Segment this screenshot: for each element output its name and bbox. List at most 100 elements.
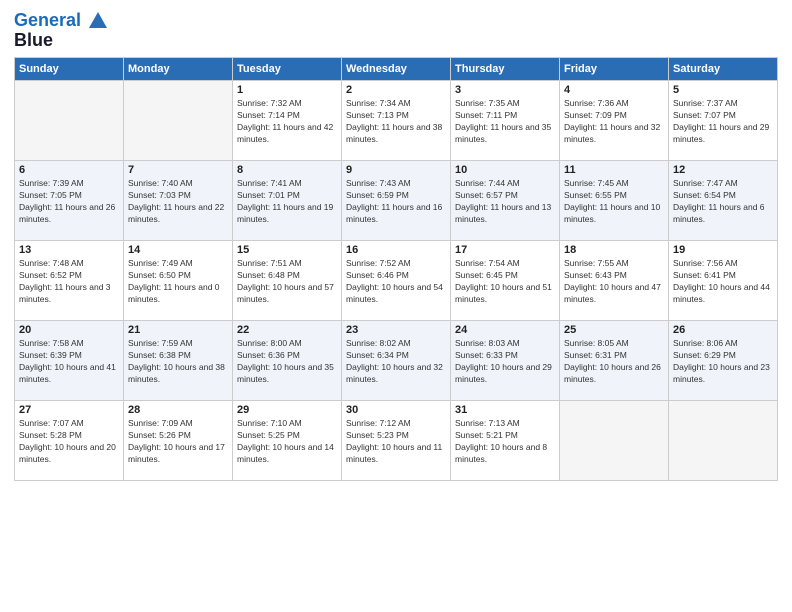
calendar-cell: 17 Sunrise: 7:54 AMSunset: 6:45 PMDayligh…: [451, 241, 560, 321]
calendar-cell: [560, 401, 669, 481]
day-detail: Sunrise: 7:58 AMSunset: 6:39 PMDaylight:…: [19, 338, 119, 386]
day-number: 20: [19, 324, 119, 336]
day-detail: Sunrise: 7:36 AMSunset: 7:09 PMDaylight:…: [564, 98, 664, 146]
calendar-cell: 8Sunrise: 7:41 AMSunset: 7:01 PMDaylight…: [233, 161, 342, 241]
header: General Blue: [14, 10, 778, 51]
calendar-cell: 13 Sunrise: 7:48 AMSunset: 6:52 PMDayligh…: [15, 241, 124, 321]
day-detail: Sunrise: 7:43 AMSunset: 6:59 PMDaylight:…: [346, 178, 446, 226]
day-number: 10: [455, 164, 555, 176]
day-detail: Sunrise: 7:49 AMSunset: 6:50 PMDaylight:…: [128, 258, 228, 306]
calendar-cell: 3 Sunrise: 7:35 AMSunset: 7:11 PMDaylight…: [451, 81, 560, 161]
calendar-week-4: 20 Sunrise: 7:58 AMSunset: 6:39 PMDayligh…: [15, 321, 778, 401]
day-detail: Sunrise: 7:48 AMSunset: 6:52 PMDaylight:…: [19, 258, 119, 306]
day-number: 9: [346, 164, 446, 176]
day-number: 5: [673, 84, 773, 96]
day-number: 21: [128, 324, 228, 336]
calendar-body: 1 Sunrise: 7:32 AMSunset: 7:14 PMDaylight…: [15, 81, 778, 481]
calendar-cell: 31 Sunrise: 7:13 AMSunset: 5:21 PMDayligh…: [451, 401, 560, 481]
calendar-cell: 1 Sunrise: 7:32 AMSunset: 7:14 PMDaylight…: [233, 81, 342, 161]
calendar-cell: [669, 401, 778, 481]
calendar-cell: 16Sunrise: 7:52 AMSunset: 6:46 PMDayligh…: [342, 241, 451, 321]
weekday-header-monday: Monday: [124, 58, 233, 81]
day-detail: Sunrise: 7:59 AMSunset: 6:38 PMDaylight:…: [128, 338, 228, 386]
calendar-cell: 25 Sunrise: 8:05 AMSunset: 6:31 PMDayligh…: [560, 321, 669, 401]
day-number: 31: [455, 404, 555, 416]
calendar-cell: 29Sunrise: 7:10 AMSunset: 5:25 PMDayligh…: [233, 401, 342, 481]
day-number: 2: [346, 84, 446, 96]
calendar-cell: 20 Sunrise: 7:58 AMSunset: 6:39 PMDayligh…: [15, 321, 124, 401]
page-container: General Blue SundayMondayTuesdayWednesda…: [0, 0, 792, 491]
day-number: 15: [237, 244, 337, 256]
day-detail: Sunrise: 7:39 AMSunset: 7:05 PMDaylight:…: [19, 178, 119, 226]
day-number: 26: [673, 324, 773, 336]
logo-icon: [87, 10, 109, 32]
logo: General Blue: [14, 10, 110, 51]
day-detail: Sunrise: 7:51 AMSunset: 6:48 PMDaylight:…: [237, 258, 337, 306]
calendar-cell: 24Sunrise: 8:03 AMSunset: 6:33 PMDayligh…: [451, 321, 560, 401]
day-detail: Sunrise: 7:45 AMSunset: 6:55 PMDaylight:…: [564, 178, 664, 226]
day-number: 6: [19, 164, 119, 176]
day-number: 25: [564, 324, 664, 336]
day-number: 17: [455, 244, 555, 256]
day-number: 22: [237, 324, 337, 336]
day-number: 3: [455, 84, 555, 96]
calendar-cell: 15 Sunrise: 7:51 AMSunset: 6:48 PMDayligh…: [233, 241, 342, 321]
day-number: 23: [346, 324, 446, 336]
day-number: 13: [19, 244, 119, 256]
day-number: 12: [673, 164, 773, 176]
calendar-cell: 4 Sunrise: 7:36 AMSunset: 7:09 PMDaylight…: [560, 81, 669, 161]
calendar-cell: 28Sunrise: 7:09 AMSunset: 5:26 PMDayligh…: [124, 401, 233, 481]
calendar-cell: 30Sunrise: 7:12 AMSunset: 5:23 PMDayligh…: [342, 401, 451, 481]
day-detail: Sunrise: 7:35 AMSunset: 7:11 PMDaylight:…: [455, 98, 555, 146]
calendar-cell: 19 Sunrise: 7:56 AMSunset: 6:41 PMDayligh…: [669, 241, 778, 321]
day-number: 27: [19, 404, 119, 416]
day-number: 7: [128, 164, 228, 176]
day-number: 18: [564, 244, 664, 256]
day-number: 4: [564, 84, 664, 96]
day-number: 1: [237, 84, 337, 96]
day-detail: Sunrise: 8:05 AMSunset: 6:31 PMDaylight:…: [564, 338, 664, 386]
calendar-cell: 9 Sunrise: 7:43 AMSunset: 6:59 PMDaylight…: [342, 161, 451, 241]
day-number: 24: [455, 324, 555, 336]
day-detail: Sunrise: 7:55 AMSunset: 6:43 PMDaylight:…: [564, 258, 664, 306]
day-number: 19: [673, 244, 773, 256]
calendar-cell: 21 Sunrise: 7:59 AMSunset: 6:38 PMDayligh…: [124, 321, 233, 401]
day-number: 30: [346, 404, 446, 416]
day-detail: Sunrise: 8:02 AMSunset: 6:34 PMDaylight:…: [346, 338, 446, 386]
calendar-cell: 14 Sunrise: 7:49 AMSunset: 6:50 PMDayligh…: [124, 241, 233, 321]
calendar-cell: 7 Sunrise: 7:40 AMSunset: 7:03 PMDaylight…: [124, 161, 233, 241]
weekday-header-tuesday: Tuesday: [233, 58, 342, 81]
calendar-week-5: 27 Sunrise: 7:07 AMSunset: 5:28 PMDayligh…: [15, 401, 778, 481]
calendar-cell: 22 Sunrise: 8:00 AMSunset: 6:36 PMDayligh…: [233, 321, 342, 401]
calendar-cell: 23 Sunrise: 8:02 AMSunset: 6:34 PMDayligh…: [342, 321, 451, 401]
calendar-cell: [15, 81, 124, 161]
day-number: 14: [128, 244, 228, 256]
day-number: 11: [564, 164, 664, 176]
weekday-header-friday: Friday: [560, 58, 669, 81]
day-detail: Sunrise: 7:47 AMSunset: 6:54 PMDaylight:…: [673, 178, 773, 226]
calendar-cell: [124, 81, 233, 161]
day-detail: Sunrise: 7:07 AMSunset: 5:28 PMDaylight:…: [19, 418, 119, 466]
calendar-cell: 2Sunrise: 7:34 AMSunset: 7:13 PMDaylight…: [342, 81, 451, 161]
logo-general: General: [14, 10, 81, 30]
day-detail: Sunrise: 7:40 AMSunset: 7:03 PMDaylight:…: [128, 178, 228, 226]
calendar-table: SundayMondayTuesdayWednesdayThursdayFrid…: [14, 57, 778, 481]
day-detail: Sunrise: 7:09 AMSunset: 5:26 PMDaylight:…: [128, 418, 228, 466]
day-detail: Sunrise: 7:41 AMSunset: 7:01 PMDaylight:…: [237, 178, 337, 226]
day-detail: Sunrise: 7:32 AMSunset: 7:14 PMDaylight:…: [237, 98, 337, 146]
day-detail: Sunrise: 7:44 AMSunset: 6:57 PMDaylight:…: [455, 178, 555, 226]
weekday-header-sunday: Sunday: [15, 58, 124, 81]
calendar-cell: 27 Sunrise: 7:07 AMSunset: 5:28 PMDayligh…: [15, 401, 124, 481]
calendar-cell: 6 Sunrise: 7:39 AMSunset: 7:05 PMDaylight…: [15, 161, 124, 241]
logo-blue: Blue: [14, 30, 110, 51]
calendar-week-3: 13 Sunrise: 7:48 AMSunset: 6:52 PMDayligh…: [15, 241, 778, 321]
day-detail: Sunrise: 7:54 AMSunset: 6:45 PMDaylight:…: [455, 258, 555, 306]
weekday-header-saturday: Saturday: [669, 58, 778, 81]
day-detail: Sunrise: 7:56 AMSunset: 6:41 PMDaylight:…: [673, 258, 773, 306]
day-detail: Sunrise: 7:37 AMSunset: 7:07 PMDaylight:…: [673, 98, 773, 146]
calendar-week-2: 6 Sunrise: 7:39 AMSunset: 7:05 PMDaylight…: [15, 161, 778, 241]
day-detail: Sunrise: 7:13 AMSunset: 5:21 PMDaylight:…: [455, 418, 555, 466]
calendar-cell: 18 Sunrise: 7:55 AMSunset: 6:43 PMDayligh…: [560, 241, 669, 321]
weekday-header-thursday: Thursday: [451, 58, 560, 81]
day-detail: Sunrise: 8:00 AMSunset: 6:36 PMDaylight:…: [237, 338, 337, 386]
